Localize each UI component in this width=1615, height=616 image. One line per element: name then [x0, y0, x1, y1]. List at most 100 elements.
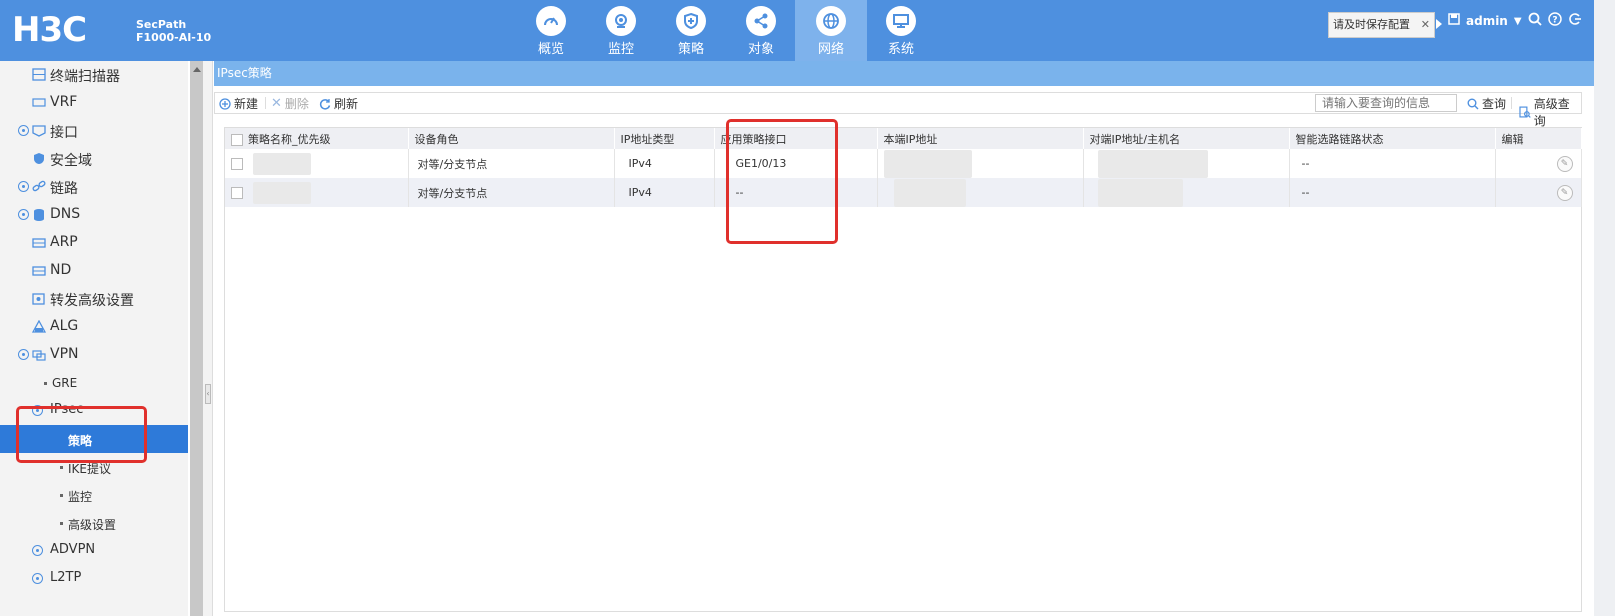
cell-edit: ✎ [1495, 149, 1582, 178]
query-button[interactable]: 查询 [1467, 95, 1506, 112]
sidebar-item-l2tp[interactable]: L2TP [0, 565, 188, 593]
username[interactable]: admin [1466, 14, 1508, 28]
nav-system-label: 系统 [887, 42, 914, 57]
sidebar-label: 安全域 [50, 153, 92, 169]
nav-system[interactable]: 系统 [865, 0, 937, 61]
sidebar-item-advpn[interactable]: ADVPN [0, 537, 188, 565]
cell-interface: GE1/0/13 [714, 149, 878, 178]
collapse-handle-icon[interactable]: ‹ [205, 384, 211, 404]
edit-pencil-icon[interactable]: ✎ [1556, 155, 1573, 172]
sidebar-label: IPsec [50, 402, 84, 417]
cell-name [225, 178, 409, 207]
delete-button[interactable]: ✕ 删除 [271, 95, 309, 112]
sidebar-label: ALG [50, 318, 79, 334]
sidebar-item-forwarding-advanced[interactable]: 转发高级设置 [0, 285, 188, 313]
sidebar-item-interface[interactable]: 接口 [0, 117, 188, 145]
expand-icon[interactable] [18, 209, 29, 220]
sidebar-item-arp[interactable]: ARP [0, 229, 188, 257]
page-scrollbar-track [1594, 0, 1615, 616]
cell-local-ip [877, 149, 1084, 178]
sidebar-item-security-zone[interactable]: 安全域 [0, 145, 188, 173]
save-disk-icon[interactable] [1448, 13, 1460, 29]
sidebar-label: ND [50, 262, 72, 278]
cell-role: 对等/分支节点 [408, 149, 615, 178]
sidebar-label: 接口 [50, 125, 78, 141]
column-header-name[interactable]: 策略名称_优先级 [225, 128, 409, 149]
sidebar-item-ipsec-policy[interactable]: 策略 [0, 425, 188, 453]
expand-icon[interactable] [18, 349, 29, 360]
settings-icon [32, 293, 45, 305]
cell-role: 对等/分支节点 [408, 178, 615, 207]
user-area: admin ▼ ? [1448, 12, 1582, 30]
redacted-block [1097, 149, 1208, 178]
sidebar-item-terminal-scanner[interactable]: 终端扫描器 [0, 61, 188, 89]
sidebar-item-alg[interactable]: ALG [0, 313, 188, 341]
sidebar-item-gre[interactable]: GRE [0, 369, 188, 397]
sidebar-label: 高级设置 [68, 518, 117, 532]
search-icon[interactable] [1528, 12, 1542, 30]
column-header-ip-type[interactable]: IP地址类型 [614, 128, 715, 149]
nav-object-label: 对象 [747, 42, 774, 57]
column-header-role[interactable]: 设备角色 [408, 128, 615, 149]
select-all-checkbox[interactable] [231, 133, 243, 146]
sidebar-item-ipsec-advanced[interactable]: 高级设置 [0, 509, 188, 537]
cell-name [225, 149, 409, 178]
sidebar-item-vrf[interactable]: VRF [0, 89, 188, 117]
cell-link-state: -- [1289, 149, 1496, 178]
sidebar-item-nd[interactable]: ND [0, 257, 188, 285]
new-label: 新建 [234, 97, 259, 111]
nav-monitor[interactable]: 监控 [585, 0, 657, 61]
nav-network[interactable]: 网络 [795, 0, 867, 61]
sidebar-scrollbar[interactable] [190, 61, 203, 616]
advanced-query-button[interactable]: 高级查询 [1519, 95, 1581, 129]
sidebar-label: DNS [50, 206, 81, 222]
sidebar-item-link[interactable]: 链路 [0, 173, 188, 201]
table-row[interactable]: 对等/分支节点 IPv4 GE1/0/13 -- ✎ [225, 149, 1582, 178]
vpn-icon [32, 350, 46, 361]
cell-link-state: -- [1289, 178, 1496, 207]
expand-icon[interactable] [32, 573, 43, 584]
sidebar-item-vpn[interactable]: VPN [0, 341, 188, 369]
cell-remote-ip [1083, 149, 1290, 178]
search-input[interactable] [1315, 94, 1457, 112]
sidebar-collapse-bar[interactable]: ‹ [203, 61, 213, 616]
edit-pencil-icon[interactable]: ✎ [1556, 184, 1573, 201]
sidebar-item-ike-proposal[interactable]: IKE提议 [0, 453, 188, 481]
h3c-logo: H3C [12, 10, 87, 50]
nav-object[interactable]: 对象 [725, 0, 797, 61]
ipsec-policy-table: 策略名称_优先级 设备角色 IP地址类型 应用策略接口 本端IP地址 对端IP地… [225, 128, 1582, 207]
new-button[interactable]: 新建 [219, 95, 258, 112]
column-header-remote-ip[interactable]: 对端IP地址/主机名 [1083, 128, 1290, 149]
sidebar-label: IKE提议 [68, 462, 111, 476]
sidebar-item-ipsec[interactable]: IPsec [0, 397, 188, 425]
expand-icon[interactable] [32, 545, 43, 556]
column-header-local-ip[interactable]: 本端IP地址 [877, 128, 1084, 149]
help-icon[interactable]: ? [1547, 12, 1562, 30]
row-checkbox[interactable] [231, 157, 243, 170]
row-checkbox[interactable] [231, 186, 243, 199]
column-header-link-state[interactable]: 智能选路链路状态 [1289, 128, 1496, 149]
column-header-interface[interactable]: 应用策略接口 [714, 128, 878, 149]
bullet-icon [60, 466, 63, 469]
caret-down-icon[interactable]: ▼ [1514, 16, 1522, 27]
nav-policy[interactable]: 策略 [655, 0, 727, 61]
sidebar-item-dns[interactable]: DNS [0, 201, 188, 229]
expand-icon[interactable] [18, 125, 29, 136]
cell-edit: ✎ [1495, 178, 1582, 207]
query-label: 查询 [1482, 97, 1507, 111]
tip-arrow-icon [1436, 19, 1442, 29]
scroll-up-icon[interactable] [193, 67, 201, 72]
logout-icon[interactable] [1568, 12, 1582, 30]
table-row[interactable]: 对等/分支节点 IPv4 -- -- ✎ [225, 178, 1582, 207]
expand-icon[interactable] [32, 405, 43, 416]
sidebar-label: VRF [50, 94, 78, 110]
delete-x-icon: ✕ [271, 96, 282, 111]
save-config-tip: 请及时保存配置 ✕ [1328, 12, 1435, 38]
sidebar-item-ipsec-monitor[interactable]: 监控 [0, 481, 188, 509]
expand-icon[interactable] [18, 181, 29, 192]
sidebar-label: 终端扫描器 [50, 69, 120, 85]
nav-overview[interactable]: 概览 [515, 0, 587, 61]
refresh-button[interactable]: 刷新 [319, 95, 358, 112]
close-icon[interactable]: ✕ [1421, 13, 1430, 37]
table-header-row: 策略名称_优先级 设备角色 IP地址类型 应用策略接口 本端IP地址 对端IP地… [225, 128, 1582, 149]
